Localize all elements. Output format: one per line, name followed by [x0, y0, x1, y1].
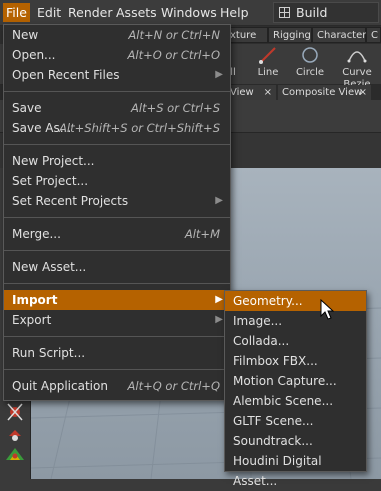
rotate-tool-icon [7, 403, 23, 421]
menu-separator [4, 369, 230, 370]
tool-line[interactable]: Line [254, 46, 282, 82]
menu-item-export[interactable]: Export ▶ [4, 310, 230, 330]
import-item-collada[interactable]: Collada... [225, 331, 366, 351]
submenu-arrow-icon: ▶ [215, 294, 223, 305]
menu-help[interactable]: Help [217, 3, 252, 22]
menu-item-new-asset[interactable]: New Asset... [4, 257, 230, 277]
handle-tool-icon [9, 430, 21, 441]
shortcut-text: Alt+Q or Ctrl+Q [127, 379, 220, 393]
menu-item-label: Alembic Scene... [233, 394, 334, 408]
close-icon[interactable]: × [359, 85, 367, 100]
menu-separator [4, 217, 230, 218]
shelf-tab-more[interactable]: C [366, 27, 381, 43]
menu-item-save-as[interactable]: Save As... Alt+Shift+S or Ctrl+Shift+S [4, 118, 230, 138]
menu-item-label: Open Recent Files [12, 68, 120, 82]
menu-separator [4, 336, 230, 337]
menu-item-label: Set Recent Projects [12, 194, 129, 208]
tool-circle-label: Circle [295, 67, 325, 78]
menu-item-label: New Asset... [12, 260, 87, 274]
menu-item-label: Motion Capture... [233, 374, 337, 388]
file-menu: New Alt+N or Ctrl+N Open... Alt+O or Ctr… [3, 24, 231, 401]
menu-item-label: Save [12, 101, 42, 115]
menu-item-label: Geometry... [233, 294, 303, 308]
transform-tool-icon [6, 448, 24, 460]
mouse-cursor-icon [320, 299, 334, 320]
shortcut-text: Alt+M [184, 227, 220, 241]
import-item-motion-capture[interactable]: Motion Capture... [225, 371, 366, 391]
menu-item-label: Collada... [233, 334, 290, 348]
menu-item-label: Import [12, 293, 58, 307]
tool-line-label: Line [257, 67, 279, 78]
tab-view[interactable]: View × [226, 85, 276, 100]
menu-separator [4, 144, 230, 145]
import-item-image[interactable]: Image... [225, 311, 366, 331]
desktop-selector[interactable]: Build [273, 2, 379, 23]
line-icon [259, 47, 276, 64]
menu-item-merge[interactable]: Merge... Alt+M [4, 224, 230, 244]
shelf-tab-texture[interactable]: xture [225, 27, 268, 43]
tab-composite-view-label: Composite View [282, 87, 363, 98]
close-icon[interactable]: × [264, 85, 272, 100]
menu-windows[interactable]: Windows [158, 3, 220, 22]
menu-separator [4, 250, 230, 251]
menu-item-label: Open... [12, 48, 56, 62]
import-item-alembic-scene[interactable]: Alembic Scene... [225, 391, 366, 411]
shortcut-text: Alt+O or Ctrl+O [127, 48, 220, 62]
import-item-gltf-scene[interactable]: GLTF Scene... [225, 411, 366, 431]
submenu-arrow-icon: ▶ [215, 314, 223, 325]
menu-item-open-recent-files[interactable]: Open Recent Files ▶ [4, 65, 230, 85]
menu-item-run-script[interactable]: Run Script... [4, 343, 230, 363]
desktop-name: Build [296, 5, 328, 20]
shortcut-text: Alt+Shift+S or Ctrl+Shift+S [59, 121, 220, 135]
menu-item-label: GLTF Scene... [233, 414, 314, 428]
menu-item-set-recent-projects[interactable]: Set Recent Projects ▶ [4, 191, 230, 211]
import-item-filmbox-fbx[interactable]: Filmbox FBX... [225, 351, 366, 371]
menu-item-label: Merge... [12, 227, 61, 241]
menu-item-new[interactable]: New Alt+N or Ctrl+N [4, 25, 230, 45]
desktop-grid-icon [279, 7, 290, 18]
tab-view-label: View [230, 87, 254, 98]
menu-item-label: Filmbox FBX... [233, 354, 318, 368]
menu-item-label: Soundtrack... [233, 434, 313, 448]
menubar: File Edit Render Assets Windows Help Bui… [0, 0, 381, 26]
tool-circle[interactable]: Circle [294, 46, 326, 82]
menu-item-open[interactable]: Open... Alt+O or Ctrl+O [4, 45, 230, 65]
menu-item-label: New [12, 28, 39, 42]
menu-separator [4, 91, 230, 92]
menu-assets[interactable]: Assets [113, 3, 160, 22]
submenu-arrow-icon: ▶ [215, 69, 223, 80]
shelf-tab-rigging[interactable]: Rigging [268, 27, 312, 43]
menu-item-set-project[interactable]: Set Project... [4, 171, 230, 191]
menu-item-quit-application[interactable]: Quit Application Alt+Q or Ctrl+Q [4, 376, 230, 396]
tab-composite-view[interactable]: Composite View × [278, 85, 371, 100]
submenu-arrow-icon: ▶ [215, 195, 223, 206]
curve-bezier-icon [347, 51, 367, 63]
tool-curve-bezier[interactable]: Curve Bezie [333, 46, 381, 90]
menu-item-import[interactable]: Import ▶ [4, 290, 230, 310]
shortcut-text: Alt+N or Ctrl+N [128, 28, 220, 42]
menu-separator [4, 283, 230, 284]
import-item-soundtrack[interactable]: Soundtrack... [225, 431, 366, 451]
menu-item-label: Export [12, 313, 52, 327]
import-item-geometry[interactable]: Geometry... [225, 291, 366, 311]
menu-item-label: Run Script... [12, 346, 86, 360]
menu-render[interactable]: Render [65, 3, 116, 22]
circle-icon [302, 47, 318, 63]
menu-item-label: Quit Application [12, 379, 108, 393]
menu-file[interactable]: File [3, 3, 30, 22]
import-item-houdini-digital-asset[interactable]: Houdini Digital Asset... [225, 451, 366, 488]
menu-item-new-project[interactable]: New Project... [4, 151, 230, 171]
menu-item-label: New Project... [12, 154, 95, 168]
shortcut-text: Alt+S or Ctrl+S [131, 101, 220, 115]
import-submenu: Geometry... Image... Collada... Filmbox … [224, 290, 367, 488]
menu-item-label: Image... [233, 314, 283, 328]
shelf-tab-characters[interactable]: Characters [312, 27, 372, 43]
menu-item-label: Set Project... [12, 174, 89, 188]
menu-item-label: Houdini Digital Asset... [233, 454, 322, 488]
menu-item-save[interactable]: Save Alt+S or Ctrl+S [4, 98, 230, 118]
menu-edit[interactable]: Edit [34, 3, 64, 22]
